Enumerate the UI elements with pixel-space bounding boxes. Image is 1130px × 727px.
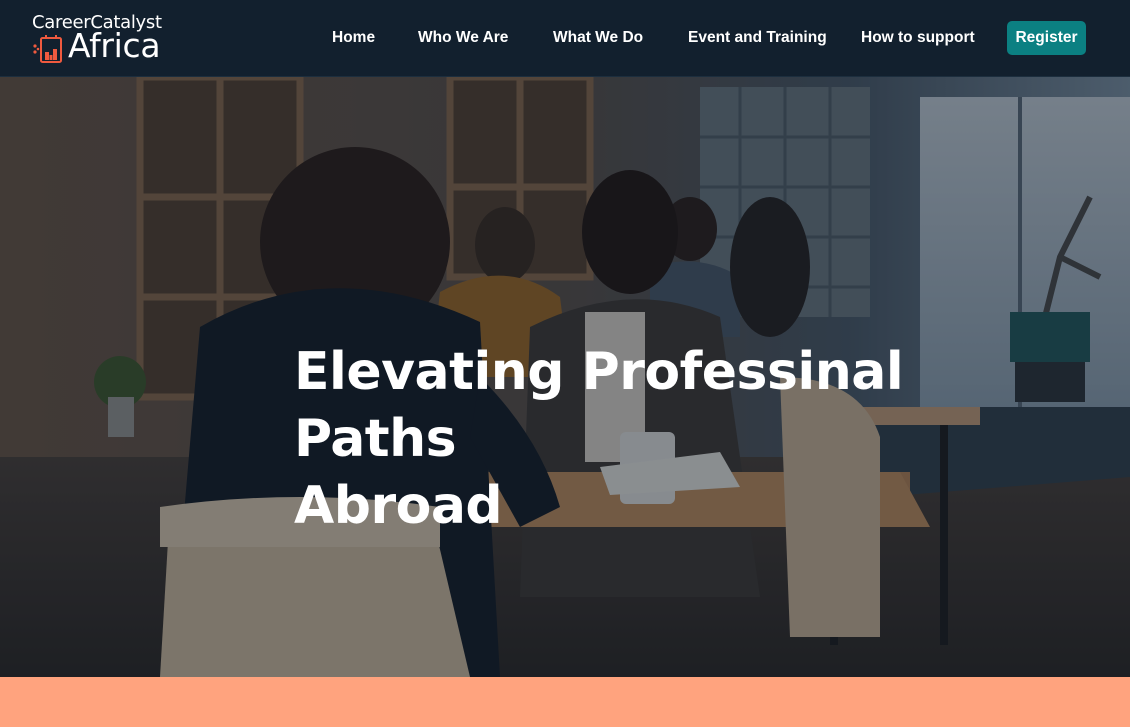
logo-text-bottom: Africa — [68, 26, 161, 65]
nav-link-event-and-training[interactable]: Event and Training — [688, 29, 827, 47]
nav-link-home[interactable]: Home — [332, 29, 375, 47]
city-building-icon — [33, 35, 62, 63]
site-logo[interactable]: CareerCatalyst Africa — [32, 12, 192, 66]
register-button[interactable]: Register — [1007, 21, 1086, 55]
nav-link-how-to-support[interactable]: How to support — [861, 29, 975, 47]
nav-link-what-we-do[interactable]: What We Do — [553, 29, 643, 47]
nav-link-who-we-are[interactable]: Who We Are — [418, 29, 508, 47]
next-section-band — [0, 677, 1130, 727]
top-navbar: CareerCatalyst Africa Home Who We Are Wh… — [0, 0, 1130, 77]
hero-section: Elevating Professinal Paths Abroad — [0, 77, 1130, 677]
hero-heading-line-1: Elevating Professinal Paths — [294, 342, 904, 469]
hero-heading-line-2: Abroad — [294, 476, 503, 536]
hero-heading: Elevating Professinal Paths Abroad — [294, 339, 1054, 540]
